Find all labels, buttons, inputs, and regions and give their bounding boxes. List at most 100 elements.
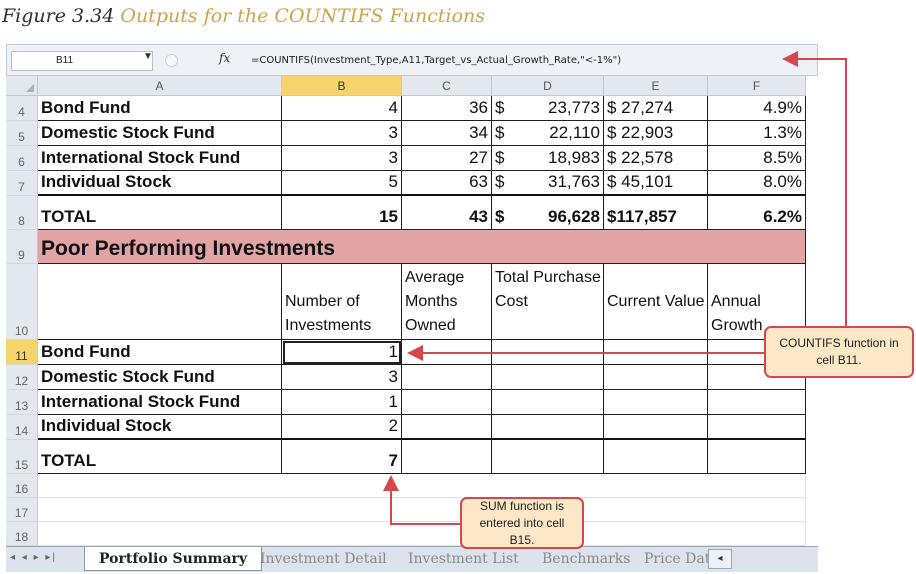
row-header[interactable]: 10 (6, 264, 38, 340)
cell-f8[interactable]: 6.2% (708, 196, 806, 230)
cell-c8[interactable]: 43 (402, 196, 492, 230)
header-number-of-investments[interactable]: Number of Investments (282, 264, 402, 340)
cell-c7[interactable]: 63 (402, 171, 492, 196)
cell-f13[interactable] (708, 390, 806, 415)
cell-a13[interactable]: International Stock Fund (38, 390, 282, 415)
section-title-poor-performing[interactable]: Poor Performing Investments (38, 230, 806, 264)
cell-b11-active[interactable]: 1 (282, 340, 402, 365)
section-banner-row: 9 Poor Performing Investments (6, 230, 806, 264)
formula-input[interactable]: =COUNTIFS(Investment_Type,A11,Target_vs_… (251, 51, 811, 71)
row-header[interactable]: 11 (6, 340, 38, 365)
cell-f6[interactable]: 8.5% (708, 146, 806, 171)
cell-a15[interactable]: TOTAL (38, 440, 282, 474)
tab-investment-detail[interactable]: Investment Detail (246, 547, 401, 571)
cell-a10[interactable] (38, 264, 282, 340)
column-header-a[interactable]: A (38, 76, 282, 96)
cell-f14[interactable] (708, 415, 806, 440)
cell-e6[interactable]: $ 22,578 (604, 146, 708, 171)
row-header[interactable]: 6 (6, 146, 38, 171)
cell-b7[interactable]: 5 (282, 171, 402, 196)
cell-e11[interactable] (604, 340, 708, 365)
empty-row-cells[interactable] (38, 522, 806, 546)
cell-e15[interactable] (604, 440, 708, 474)
cell-d12[interactable] (492, 365, 604, 390)
row-header[interactable]: 9 (6, 230, 38, 264)
cell-e13[interactable] (604, 390, 708, 415)
cell-c14[interactable] (402, 415, 492, 440)
cell-c6[interactable]: 27 (402, 146, 492, 171)
cell-c5[interactable]: 34 (402, 121, 492, 146)
row-header[interactable]: 8 (6, 196, 38, 230)
cell-e14[interactable] (604, 415, 708, 440)
cell-d14[interactable] (492, 415, 604, 440)
cell-c11[interactable] (402, 340, 492, 365)
cell-d11[interactable] (492, 340, 604, 365)
cell-d7[interactable]: $31,763 (492, 171, 604, 196)
cell-c4[interactable]: 36 (402, 96, 492, 121)
cell-d15[interactable] (492, 440, 604, 474)
cell-d8[interactable]: $96,628 (492, 196, 604, 230)
column-header-f[interactable]: F (708, 76, 806, 96)
cell-a6[interactable]: International Stock Fund (38, 146, 282, 171)
cell-f4[interactable]: 4.9% (708, 96, 806, 121)
tab-portfolio-summary[interactable]: Portfolio Summary (84, 547, 263, 571)
cell-e8[interactable]: $117,857 (604, 196, 708, 230)
tab-benchmarks[interactable]: Benchmarks (528, 547, 644, 571)
row-header[interactable]: 13 (6, 390, 38, 415)
sheet-nav-arrows-icon[interactable]: ◂ ◂ ▸ ▸| (10, 552, 57, 563)
cell-d13[interactable] (492, 390, 604, 415)
header-total-purchase-cost[interactable]: Total Purchase Cost (492, 264, 604, 340)
tab-investment-list[interactable]: Investment List (394, 547, 533, 571)
cell-b8[interactable]: 15 (282, 196, 402, 230)
cell-a7[interactable]: Individual Stock (38, 171, 282, 196)
column-header-d[interactable]: D (492, 76, 604, 96)
cell-c15[interactable] (402, 440, 492, 474)
cell-d5[interactable]: $22,110 (492, 121, 604, 146)
cell-a8[interactable]: TOTAL (38, 196, 282, 230)
header-average-months-owned[interactable]: Average Months Owned (402, 264, 492, 340)
cell-e4[interactable]: $ 27,274 (604, 96, 708, 121)
cell-d6[interactable]: $18,983 (492, 146, 604, 171)
row-header[interactable]: 17 (6, 498, 38, 522)
cell-e7[interactable]: $ 45,101 (604, 171, 708, 196)
cell-f7[interactable]: 8.0% (708, 171, 806, 196)
column-header-c[interactable]: C (402, 76, 492, 96)
select-all-corner[interactable] (6, 76, 38, 96)
column-header-b[interactable]: B (282, 76, 402, 96)
cell-b4[interactable]: 4 (282, 96, 402, 121)
row-header[interactable]: 16 (6, 474, 38, 498)
cell-b5[interactable]: 3 (282, 121, 402, 146)
empty-row-cells[interactable] (38, 474, 806, 498)
cell-a5[interactable]: Domestic Stock Fund (38, 121, 282, 146)
cell-b14[interactable]: 2 (282, 415, 402, 440)
cell-a4[interactable]: Bond Fund (38, 96, 282, 121)
cell-e12[interactable] (604, 365, 708, 390)
row-header[interactable]: 15 (6, 440, 38, 474)
row-header[interactable]: 18 (6, 522, 38, 546)
cell-c12[interactable] (402, 365, 492, 390)
cell-b12[interactable]: 3 (282, 365, 402, 390)
cell-f15[interactable] (708, 440, 806, 474)
cell-d4[interactable]: $23,773 (492, 96, 604, 121)
cell-a11[interactable]: Bond Fund (38, 340, 282, 365)
cell-b15[interactable]: 7 (282, 440, 402, 474)
cell-b6[interactable]: 3 (282, 146, 402, 171)
row-header[interactable]: 5 (6, 121, 38, 146)
row-header[interactable]: 12 (6, 365, 38, 390)
row-header[interactable]: 14 (6, 415, 38, 440)
empty-row-cells[interactable] (38, 498, 806, 522)
cell-b13[interactable]: 1 (282, 390, 402, 415)
cell-c13[interactable] (402, 390, 492, 415)
name-box-dropdown-icon[interactable]: ▼ (143, 51, 153, 62)
cell-f5[interactable]: 1.3% (708, 121, 806, 146)
header-current-value[interactable]: Current Value (604, 264, 708, 340)
column-header-e[interactable]: E (604, 76, 708, 96)
cell-a12[interactable]: Domestic Stock Fund (38, 365, 282, 390)
cell-e5[interactable]: $ 22,903 (604, 121, 708, 146)
insert-function-icon[interactable]: fx (219, 51, 230, 65)
cell-a14[interactable]: Individual Stock (38, 415, 282, 440)
row-header[interactable]: 7 (6, 171, 38, 196)
row-header[interactable]: 4 (6, 96, 38, 121)
name-box[interactable]: B11 (11, 51, 153, 71)
tab-scroll-left-icon[interactable]: ◂ (708, 549, 732, 569)
